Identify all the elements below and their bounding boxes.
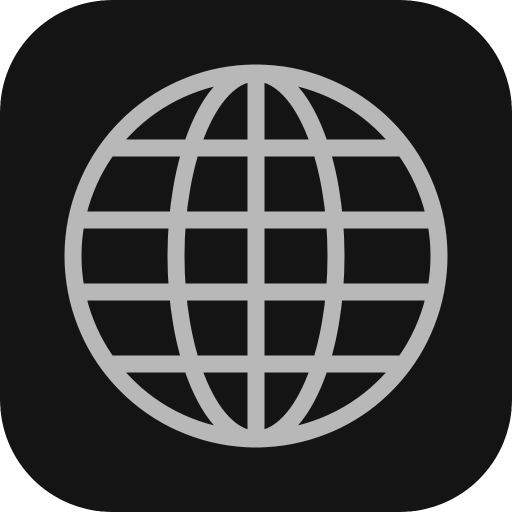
app-icon [0,0,512,512]
globe-icon [0,0,512,512]
